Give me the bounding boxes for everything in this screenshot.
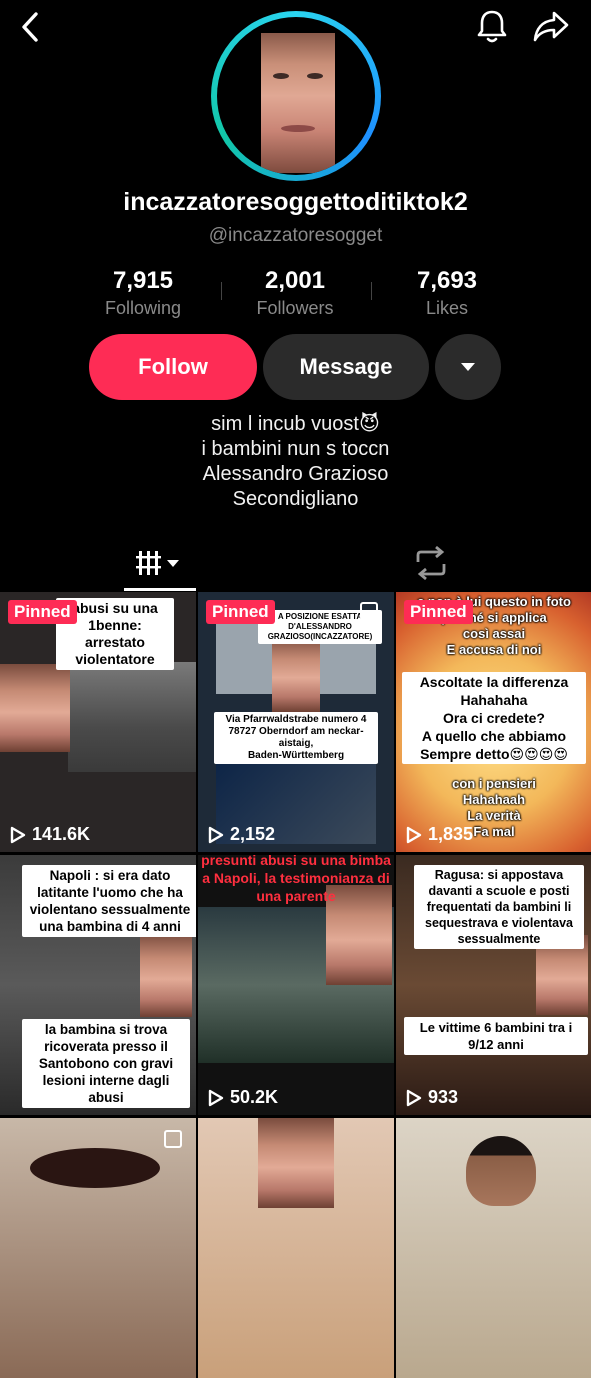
play-icon <box>406 826 422 843</box>
play-count: 933 <box>406 1087 458 1108</box>
play-count: 50.2K <box>208 1087 278 1108</box>
play-count: 141.6K <box>10 824 90 845</box>
follow-button[interactable]: Follow <box>89 334 257 400</box>
following-count: 7,915 <box>112 267 174 294</box>
video-tile[interactable]: presunti abusi su una bimba a Napoli, la … <box>198 855 394 1115</box>
play-icon <box>406 1089 422 1106</box>
display-name: incazzatoresoggettoditiktok2 <box>123 188 468 216</box>
red-caption: presunti abusi su una bimba a Napoli, la … <box>201 855 391 904</box>
repost-icon <box>416 546 446 580</box>
followers-count: 2,001 <box>264 267 326 294</box>
play-icon <box>208 1089 224 1106</box>
share-button[interactable] <box>532 8 570 44</box>
likes-label: Likes <box>425 298 469 318</box>
play-count: 1,835 <box>406 824 473 845</box>
video-tile[interactable]: A POSIZIONE ESATTA D'ALESSANDRO GRAZIOSO(… <box>198 592 394 852</box>
video-tile[interactable]: Napoli : si era dato latitante l'uomo che… <box>0 855 196 1115</box>
video-tile[interactable]: Ragusa: si appostava davanti a scuole e p… <box>396 855 591 1115</box>
play-count: 2,152 <box>208 824 275 845</box>
followers-label: Followers <box>256 298 334 318</box>
bio-line: Alessandro Grazioso <box>202 463 389 485</box>
pinned-badge: Pinned <box>8 600 77 624</box>
following-stat[interactable]: 7,915 Following <box>68 267 218 319</box>
grid-icon <box>136 551 179 575</box>
avatar-photo <box>217 17 375 175</box>
video-tile[interactable] <box>198 1118 394 1378</box>
video-tile[interactable] <box>0 1118 196 1378</box>
caret-down-icon <box>461 363 475 371</box>
bell-icon <box>477 10 507 43</box>
address-caption: Via Pfarrwaldstrabe numero 4 78727 Obernd… <box>214 712 378 764</box>
bio: sim l incub vuost😈 i bambini nun s toccn… <box>0 412 591 512</box>
following-label: Following <box>104 298 182 318</box>
video-tile[interactable]: abusi su una 1benne: arrestato violentator… <box>0 592 196 852</box>
tab-reposts[interactable] <box>400 538 462 588</box>
avatar[interactable] <box>211 11 381 181</box>
bio-line: Secondigliano <box>232 488 359 510</box>
play-icon <box>10 826 26 843</box>
followers-stat[interactable]: 2,001 Followers <box>220 267 370 319</box>
video-tile[interactable] <box>396 1118 591 1378</box>
username-handle: @incazzatoresogget <box>208 225 383 246</box>
likes-count: 7,693 <box>416 267 478 294</box>
avatar-face <box>261 33 335 173</box>
chevron-left-icon <box>22 12 38 42</box>
back-button[interactable] <box>14 10 48 44</box>
video-caption-bottom: la bambina si trova ricoverata presso il S… <box>22 1019 190 1108</box>
video-caption: Ragusa: si appostava davanti a scuole e p… <box>414 865 584 949</box>
pinned-badge: Pinned <box>206 600 275 624</box>
multi-photo-icon <box>360 602 378 620</box>
notification-button[interactable] <box>474 8 510 44</box>
video-caption: Ascoltate la differenza Hahahaha Ora ci cr… <box>402 672 586 764</box>
tab-active-indicator <box>124 588 196 591</box>
video-tile[interactable]: e non è lui questo in foto perché si appl… <box>396 592 591 852</box>
play-icon <box>208 826 224 843</box>
share-arrow-icon <box>533 11 569 42</box>
likes-stat[interactable]: 7,693 Likes <box>372 267 522 319</box>
message-button[interactable]: Message <box>263 334 429 400</box>
video-caption: Napoli : si era dato latitante l'uomo che… <box>22 865 196 937</box>
video-caption-bottom: Le vittime 6 bambini tra i 9/12 anni <box>404 1017 588 1055</box>
pinned-badge: Pinned <box>404 600 473 624</box>
more-options-button[interactable] <box>435 334 501 400</box>
bio-line: i bambini nun s toccn <box>201 438 390 460</box>
multi-photo-icon <box>164 1130 182 1148</box>
tab-videos[interactable] <box>124 538 196 588</box>
bio-line: sim l incub vuost😈 <box>211 413 380 435</box>
